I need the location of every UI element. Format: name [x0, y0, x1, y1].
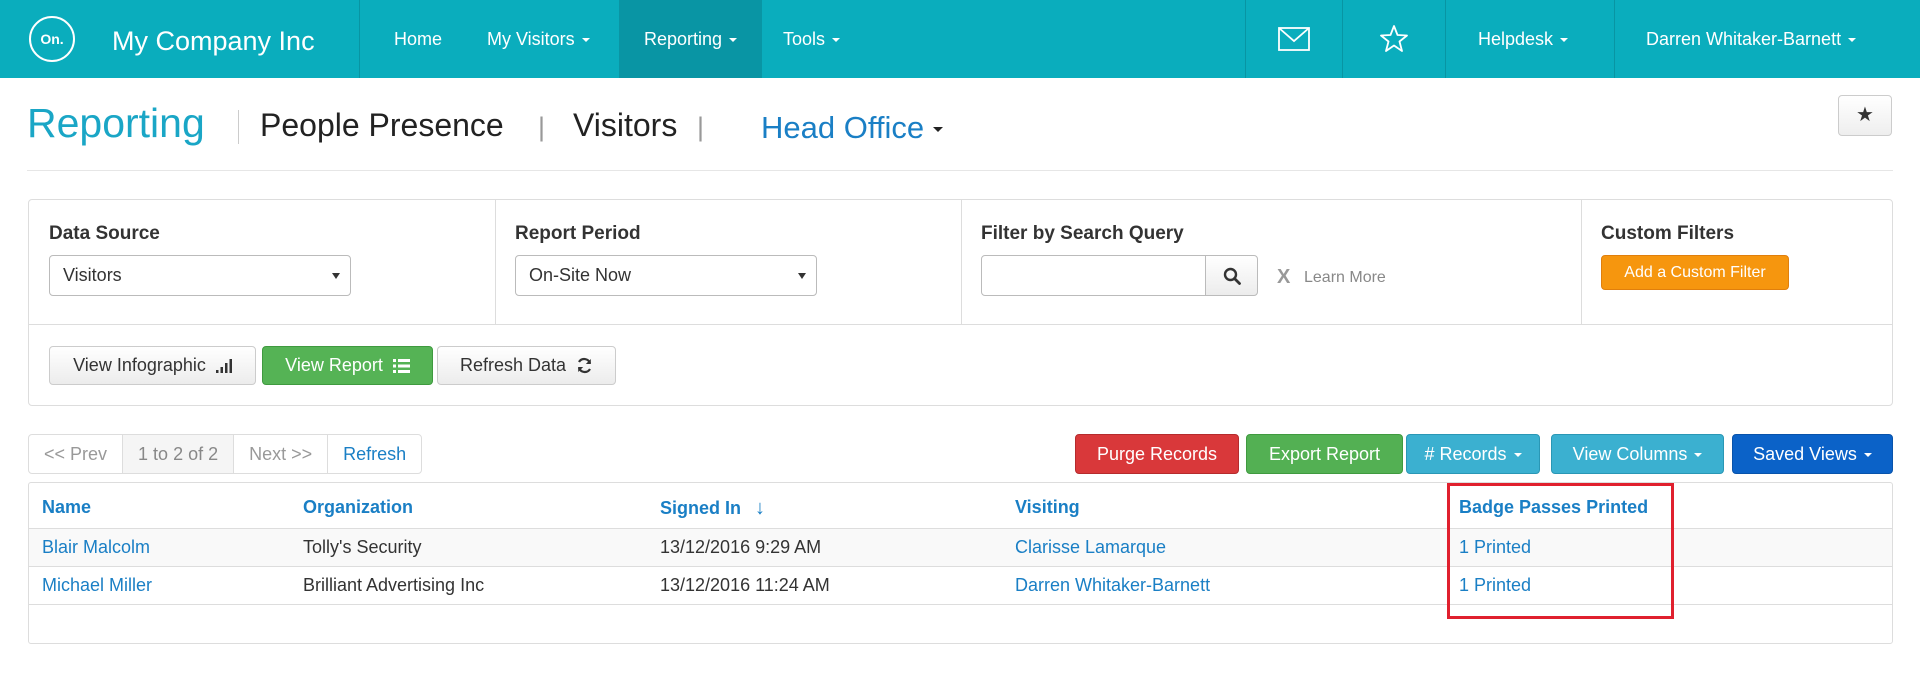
prev-page-button[interactable]: << Prev	[29, 435, 124, 473]
records-label: # Records	[1424, 444, 1507, 464]
location-label: Head Office	[761, 110, 925, 145]
panel-divider	[495, 200, 496, 324]
favorite-page-button[interactable]: ★	[1838, 95, 1892, 136]
chevron-down-icon	[832, 38, 841, 43]
data-source-value: Visitors	[63, 265, 122, 285]
select-arrow-icon	[798, 273, 806, 279]
chevron-down-icon	[1560, 38, 1569, 43]
chevron-down-icon	[1513, 453, 1522, 458]
panel-divider	[961, 200, 962, 324]
header-rule	[27, 170, 1893, 171]
records-dropdown-button[interactable]: # Records	[1406, 434, 1540, 474]
star-icon	[1379, 25, 1408, 52]
chevron-down-icon	[1863, 453, 1872, 458]
saved-views-button[interactable]: Saved Views	[1732, 434, 1893, 474]
clear-search-icon[interactable]: X	[1277, 266, 1290, 289]
nav-helpdesk-label: Helpdesk	[1478, 29, 1554, 49]
messages-button[interactable]	[1245, 0, 1342, 78]
chevron-down-icon	[933, 127, 944, 133]
view-infographic-label: View Infographic	[73, 355, 206, 375]
page-range-indicator: 1 to 2 of 2	[123, 435, 235, 473]
signal-bars-icon	[215, 358, 232, 373]
nav-user-menu[interactable]: Darren Whitaker-Barnett	[1646, 0, 1857, 78]
select-arrow-icon	[332, 273, 340, 279]
nav-divider	[1445, 0, 1446, 78]
refresh-icon	[577, 357, 592, 374]
signed-in-header-label: Signed In	[660, 498, 741, 518]
filter-panel: Data Source Visitors Report Period On-Si…	[28, 199, 1893, 406]
cell-signed-in: 13/12/2016 9:29 AM	[660, 537, 822, 557]
nav-helpdesk[interactable]: Helpdesk	[1478, 0, 1569, 78]
report-period-label: Report Period	[515, 223, 641, 244]
cell-organization: Tolly's Security	[303, 537, 422, 557]
favorites-button[interactable]	[1342, 0, 1445, 78]
breadcrumb-visitors[interactable]: Visitors	[573, 107, 677, 144]
nav-home[interactable]: Home	[394, 0, 442, 78]
nav-home-label: Home	[394, 29, 443, 49]
refresh-data-label: Refresh Data	[459, 355, 567, 375]
nav-divider	[1614, 0, 1615, 78]
cell-visiting[interactable]: Clarisse Lamarque	[1015, 537, 1166, 558]
search-icon	[1223, 267, 1241, 285]
nav-reporting[interactable]: Reporting	[619, 0, 762, 78]
panel-divider	[1581, 200, 1582, 324]
chevron-down-icon	[1694, 453, 1703, 458]
breadcrumb-people-presence[interactable]: People Presence	[260, 107, 504, 144]
cell-visiting[interactable]: Darren Whitaker-Barnett	[1015, 575, 1210, 596]
nav-tools-label: Tools	[783, 29, 826, 49]
badge-column-highlight	[1447, 483, 1674, 619]
search-button[interactable]	[1205, 255, 1258, 296]
search-query-label: Filter by Search Query	[981, 223, 1184, 244]
report-period-value: On-Site Now	[529, 265, 632, 285]
breadcrumb-separator: |	[697, 112, 705, 142]
learn-more-link[interactable]: Learn More	[1304, 269, 1386, 287]
cell-organization: Brilliant Advertising Inc	[303, 575, 485, 595]
sort-arrow-icon: ↓	[755, 497, 765, 519]
view-report-label: View Report	[285, 355, 383, 375]
view-columns-button[interactable]: View Columns	[1551, 434, 1724, 474]
column-header-name[interactable]: Name	[42, 497, 91, 518]
purge-records-button[interactable]: Purge Records	[1075, 434, 1239, 474]
saved-views-label: Saved Views	[1753, 444, 1857, 464]
view-infographic-button[interactable]: View Infographic	[49, 346, 256, 385]
company-logo[interactable]: On.	[29, 16, 75, 62]
refresh-data-button[interactable]: Refresh Data	[437, 346, 616, 385]
search-input[interactable]	[981, 255, 1206, 296]
next-page-button[interactable]: Next >>	[234, 435, 329, 473]
header-divider	[238, 110, 239, 144]
list-icon	[392, 358, 410, 373]
custom-filters-label: Custom Filters	[1601, 223, 1735, 244]
chevron-down-icon	[581, 38, 590, 43]
chevron-down-icon	[729, 38, 738, 43]
column-header-visiting[interactable]: Visiting	[1015, 497, 1080, 518]
cell-name[interactable]: Blair Malcolm	[42, 537, 150, 558]
column-header-organization[interactable]: Organization	[303, 497, 413, 518]
refresh-link[interactable]: Refresh	[328, 435, 421, 473]
data-source-label: Data Source	[49, 223, 160, 244]
export-report-button[interactable]: Export Report	[1246, 434, 1403, 474]
brand-name[interactable]: My Company Inc	[112, 26, 315, 57]
view-columns-label: View Columns	[1572, 444, 1688, 464]
report-period-select[interactable]: On-Site Now	[515, 255, 817, 296]
nav-my-visitors[interactable]: My Visitors	[487, 0, 590, 78]
panel-divider	[29, 324, 1892, 325]
data-source-select[interactable]: Visitors	[49, 255, 351, 296]
nav-reporting-label: Reporting	[643, 29, 723, 49]
cell-name[interactable]: Michael Miller	[42, 575, 152, 596]
view-report-button[interactable]: View Report	[262, 346, 433, 385]
nav-my-visitors-label: My Visitors	[487, 29, 575, 49]
page-title: Reporting	[27, 100, 205, 146]
nav-divider	[359, 0, 360, 78]
cell-signed-in: 13/12/2016 11:24 AM	[660, 575, 830, 595]
add-custom-filter-button[interactable]: Add a Custom Filter	[1601, 255, 1789, 290]
top-navbar: On. My Company Inc Home My Visitors Repo…	[0, 0, 1920, 78]
chevron-down-icon	[1848, 38, 1857, 43]
pagination: << Prev 1 to 2 of 2 Next >> Refresh	[28, 434, 423, 474]
nav-user-label: Darren Whitaker-Barnett	[1646, 29, 1842, 49]
envelope-icon	[1277, 27, 1310, 51]
nav-tools[interactable]: Tools	[783, 0, 841, 78]
location-selector[interactable]: Head Office	[761, 110, 944, 146]
breadcrumb-separator: |	[538, 112, 546, 142]
column-header-signed-in[interactable]: Signed In ↓	[660, 497, 765, 520]
